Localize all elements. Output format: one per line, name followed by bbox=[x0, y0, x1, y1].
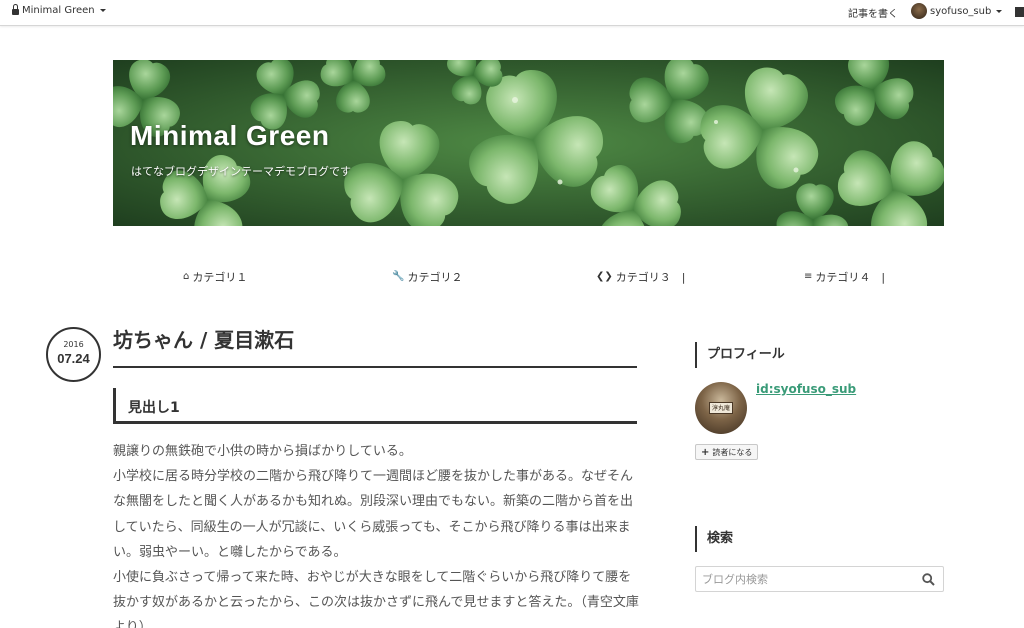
search-heading: 検索 bbox=[695, 526, 733, 552]
nav-separator: | bbox=[881, 270, 886, 284]
nav-label: カテゴリ４ bbox=[815, 271, 871, 284]
search-form bbox=[695, 566, 944, 592]
blog-switcher-label: Minimal Green bbox=[22, 5, 95, 16]
user-menu[interactable]: syofuso_sub bbox=[911, 3, 1003, 19]
profile-avatar[interactable]: 淳丸庵 bbox=[695, 382, 747, 434]
nav-label: カテゴリ３ bbox=[615, 271, 671, 284]
section-heading: 見出し1 bbox=[113, 388, 637, 424]
hatena-top-bar: Minimal Green 記事を書く syofuso_sub bbox=[0, 0, 1024, 26]
nav-item-category4[interactable]: ≡ カテゴリ４ | bbox=[804, 269, 885, 285]
code-icon: ❮❯ bbox=[596, 271, 613, 282]
nav-label: カテゴリ２ bbox=[407, 271, 463, 284]
profile-id-link[interactable]: id:syofuso_sub bbox=[756, 382, 856, 396]
search-input[interactable] bbox=[696, 567, 916, 591]
post-date-badge[interactable]: 2016 07.24 bbox=[46, 327, 101, 382]
home-icon: ⌂ bbox=[183, 271, 190, 282]
nav-label: カテゴリ１ bbox=[192, 271, 248, 284]
notification-icon[interactable] bbox=[1015, 7, 1024, 17]
user-avatar bbox=[911, 3, 927, 19]
subscribe-button[interactable]: + 読者になる bbox=[695, 444, 759, 460]
section-heading-text: 見出し1 bbox=[128, 400, 180, 416]
wrench-icon: 🔧 bbox=[392, 271, 405, 282]
paragraph: 親譲りの無鉄砲で小供の時から損ばかりしている。 bbox=[113, 444, 412, 459]
write-article-link[interactable]: 記事を書く bbox=[848, 5, 898, 20]
header-banner: Minimal Green はてなブログデザインテーマデモブログです bbox=[113, 60, 944, 226]
category-nav: ⌂ カテゴリ１ 🔧 カテゴリ２ ❮❯ カテゴリ３ | ≡ カテゴリ４ | bbox=[113, 269, 944, 285]
blog-description: はてなブログデザインテーマデモブログです bbox=[131, 165, 351, 178]
nav-item-category3[interactable]: ❮❯ カテゴリ３ | bbox=[596, 269, 685, 285]
nav-item-category1[interactable]: ⌂ カテゴリ１ bbox=[183, 269, 247, 285]
plus-icon: + bbox=[701, 446, 710, 458]
paragraph: 小学校に居る時分学校の二階から飛び降りて一週間ほど腰を抜かした事がある。なぜそん… bbox=[113, 469, 634, 560]
title-divider bbox=[113, 366, 637, 368]
caret-down-icon bbox=[99, 9, 106, 12]
search-icon[interactable] bbox=[922, 573, 935, 586]
paragraph: 小使に負ぶさって帰って来た時、おやじが大きな眼をして二階ぐらいから飛び降りて腰を… bbox=[113, 570, 639, 628]
blog-title[interactable]: Minimal Green bbox=[130, 120, 329, 152]
avatar-sign: 淳丸庵 bbox=[709, 402, 733, 414]
post-body: 親譲りの無鉄砲で小供の時から損ばかりしている。 小学校に居る時分学校の二階から飛… bbox=[113, 439, 639, 628]
nav-separator: | bbox=[681, 270, 686, 284]
subscribe-label: 読者になる bbox=[712, 447, 753, 457]
avatar-sign-text: 淳丸庵 bbox=[711, 405, 730, 412]
blog-switcher[interactable]: Minimal Green bbox=[12, 3, 106, 16]
lock-icon bbox=[12, 3, 19, 15]
post-date-year: 2016 bbox=[63, 340, 84, 349]
post-date-day: 07.24 bbox=[57, 351, 90, 366]
post-title[interactable]: 坊ちゃん / 夏目漱石 bbox=[113, 324, 294, 353]
nav-item-category2[interactable]: 🔧 カテゴリ２ bbox=[392, 269, 462, 285]
caret-down-icon bbox=[996, 9, 1003, 13]
profile-heading: プロフィール bbox=[695, 342, 785, 368]
list-icon: ≡ bbox=[804, 271, 813, 282]
username-label: syofuso_sub bbox=[930, 5, 992, 17]
